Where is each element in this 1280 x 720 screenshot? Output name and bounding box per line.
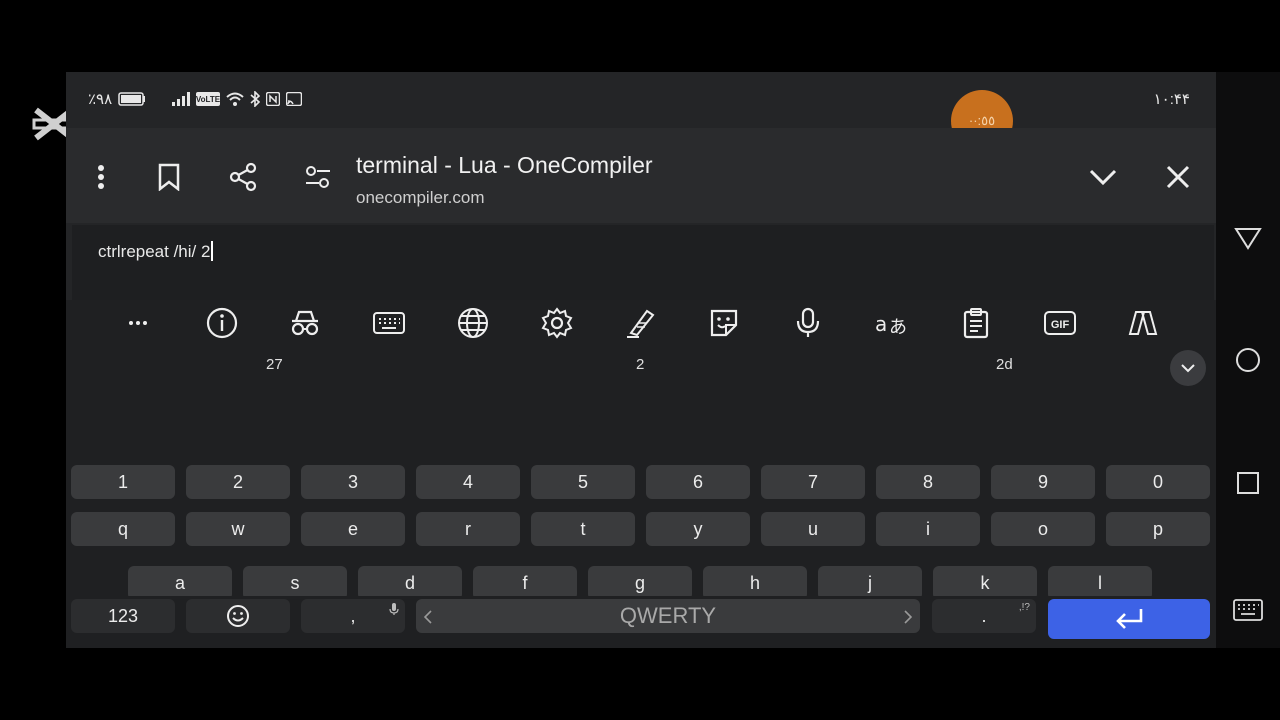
- globe-icon[interactable]: [453, 304, 493, 342]
- enter-key[interactable]: [1048, 599, 1210, 639]
- page-title: terminal - Lua - OneCompiler: [356, 152, 653, 178]
- key-5[interactable]: 5: [531, 465, 635, 499]
- info-icon[interactable]: [202, 304, 242, 342]
- more-icon[interactable]: [118, 304, 158, 342]
- key-p[interactable]: p: [1106, 512, 1210, 546]
- keyboard-icon[interactable]: [369, 304, 409, 342]
- key-u[interactable]: u: [761, 512, 865, 546]
- wifi-icon: [226, 92, 244, 106]
- suggestion-2[interactable]: 2: [636, 356, 644, 373]
- bluetooth-icon: [250, 91, 261, 107]
- battery-icon: [118, 92, 146, 106]
- keyboard-bottom-row: 123 , QWERTY . ,!?: [66, 596, 1216, 648]
- gif-icon[interactable]: GIF: [1040, 304, 1080, 342]
- recents-square-icon[interactable]: [1232, 467, 1264, 499]
- incognito-icon[interactable]: [285, 304, 325, 342]
- key-8[interactable]: 8: [876, 465, 980, 499]
- svg-text:あ: あ: [889, 317, 907, 337]
- key-d[interactable]: d: [358, 566, 462, 600]
- clipboard-icon[interactable]: [956, 304, 996, 342]
- text-caret: [211, 241, 214, 261]
- chevron-right-icon: [904, 610, 912, 624]
- collapse-suggestions-button[interactable]: [1170, 350, 1206, 386]
- key-w[interactable]: w: [186, 512, 290, 546]
- key-l[interactable]: l: [1048, 566, 1152, 600]
- key-9[interactable]: 9: [991, 465, 1095, 499]
- svg-text:VoLTE: VoLTE: [196, 95, 220, 104]
- close-icon[interactable]: [1161, 160, 1195, 194]
- status-icons: ٪۹۸ VoLTE: [88, 90, 303, 108]
- key-k[interactable]: k: [933, 566, 1037, 600]
- key-3[interactable]: 3: [301, 465, 405, 499]
- page-url: onecompiler.com: [356, 188, 485, 207]
- copilot-icon[interactable]: [1123, 304, 1163, 342]
- key-t[interactable]: t: [531, 512, 635, 546]
- suggestion-3[interactable]: 2d: [996, 356, 1013, 373]
- key-j[interactable]: j: [818, 566, 922, 600]
- key-r[interactable]: r: [416, 512, 520, 546]
- cast-icon: [286, 92, 303, 106]
- svg-text:GIF: GIF: [1051, 319, 1070, 331]
- key-h[interactable]: h: [703, 566, 807, 600]
- keyboard-switch-icon[interactable]: [1232, 594, 1264, 626]
- custom-tab-header: terminal - Lua - OneCompiler onecompiler…: [66, 128, 1216, 223]
- key-q[interactable]: q: [71, 512, 175, 546]
- input-value: ctrlrepeat /hi/ 2: [98, 241, 214, 262]
- key-y[interactable]: y: [646, 512, 750, 546]
- clock: ۱۰:۴۴: [1153, 91, 1190, 108]
- home-circle-icon[interactable]: [1232, 344, 1264, 376]
- status-bar: ٪۹۸ VoLTE ··:٥٥ ۱۰:۴۴: [66, 72, 1216, 152]
- bookmark-icon[interactable]: [152, 160, 186, 194]
- key-1[interactable]: 1: [71, 465, 175, 499]
- key-f[interactable]: f: [473, 566, 577, 600]
- emoji-icon: [227, 605, 249, 627]
- numbers-key[interactable]: 123: [71, 599, 175, 633]
- key-e[interactable]: e: [301, 512, 405, 546]
- space-key[interactable]: QWERTY: [416, 599, 920, 633]
- mic-icon[interactable]: [788, 304, 828, 342]
- emoji-key[interactable]: [186, 599, 290, 633]
- key-o[interactable]: o: [991, 512, 1095, 546]
- site-settings-icon[interactable]: [301, 160, 335, 194]
- svg-text:a: a: [875, 312, 887, 336]
- key-6[interactable]: 6: [646, 465, 750, 499]
- chevron-down-icon: [1181, 363, 1195, 372]
- keyboard-toolbar: aあ GIF: [66, 300, 1216, 346]
- sticker-icon[interactable]: [704, 304, 744, 342]
- key-2[interactable]: 2: [186, 465, 290, 499]
- nfc-icon: [266, 92, 281, 106]
- battery-percent: ٪۹۸: [88, 91, 113, 108]
- key-0[interactable]: 0: [1106, 465, 1210, 499]
- chevron-left-icon: [424, 610, 432, 624]
- comma-key[interactable]: ,: [301, 599, 405, 633]
- key-7[interactable]: 7: [761, 465, 865, 499]
- key-a[interactable]: a: [128, 566, 232, 600]
- mic-small-icon: [389, 603, 399, 615]
- gear-icon[interactable]: [537, 304, 577, 342]
- terminal-input[interactable]: ctrlrepeat /hi/ 2: [72, 225, 1214, 300]
- share-icon[interactable]: [226, 160, 260, 194]
- chevron-down-icon[interactable]: [1086, 160, 1120, 194]
- period-key[interactable]: . ,!?: [932, 599, 1036, 633]
- key-s[interactable]: s: [243, 566, 347, 600]
- more-options-icon[interactable]: [84, 160, 118, 194]
- navigation-bar: [1216, 72, 1280, 648]
- key-i[interactable]: i: [876, 512, 980, 546]
- key-4[interactable]: 4: [416, 465, 520, 499]
- back-triangle-icon[interactable]: [1232, 222, 1264, 254]
- translate-icon[interactable]: aあ: [872, 304, 912, 342]
- volte-icon: VoLTE: [196, 92, 221, 106]
- suggestion-1[interactable]: 27: [266, 356, 283, 373]
- handwriting-icon[interactable]: [621, 304, 661, 342]
- phone-screen: ٪۹۸ VoLTE ··:٥٥ ۱۰:۴۴ terminal - Lua - O…: [66, 72, 1216, 648]
- enter-icon: [1116, 609, 1143, 629]
- signal-icon: [172, 92, 191, 106]
- key-g[interactable]: g: [588, 566, 692, 600]
